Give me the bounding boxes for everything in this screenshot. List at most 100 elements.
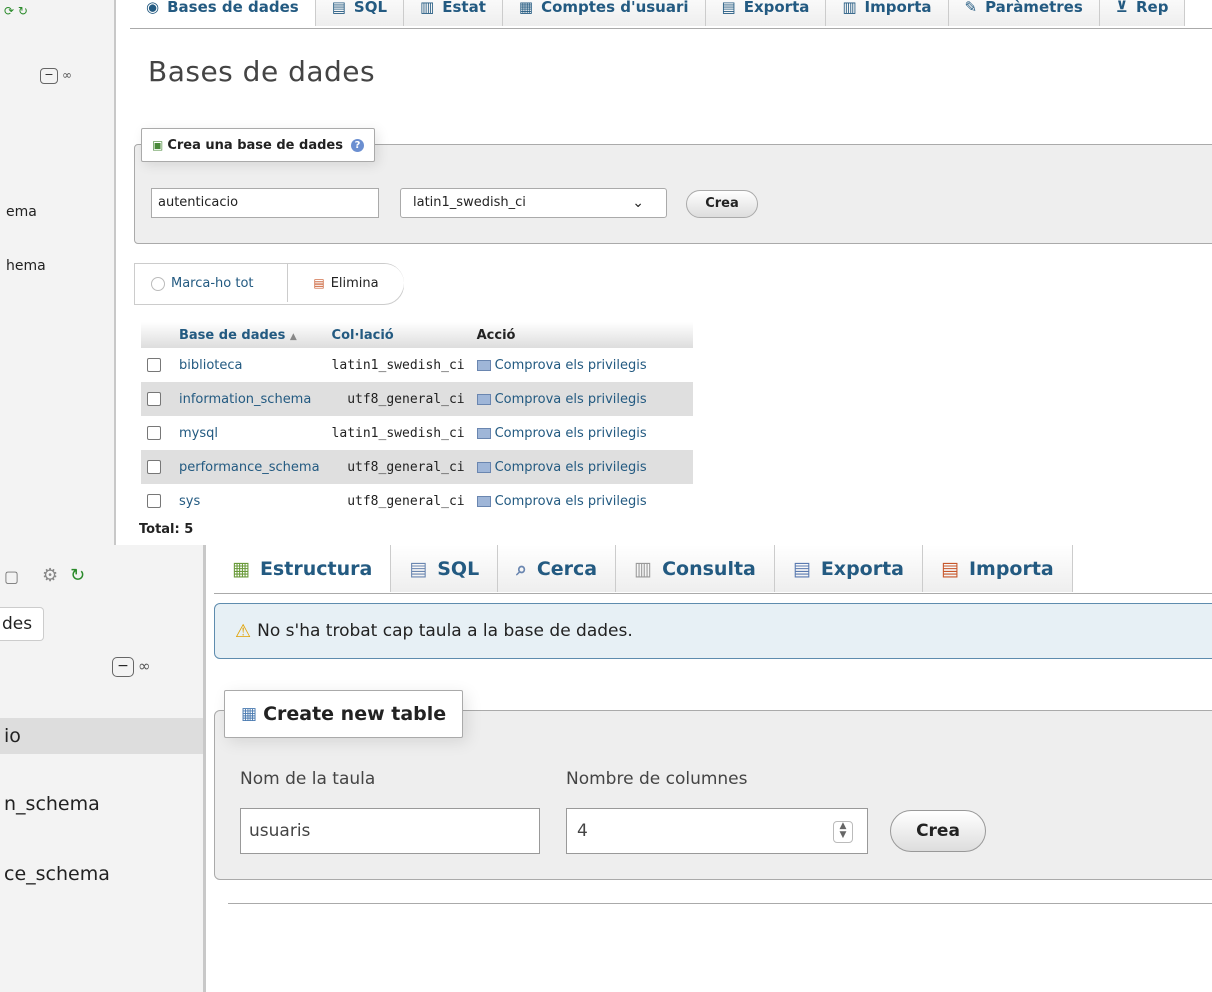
tab-search[interactable]: ⌕ Cerca xyxy=(498,545,617,592)
check-privileges-link[interactable]: Comprova els privilegis xyxy=(471,348,693,382)
column-header-collation[interactable]: Col·lació xyxy=(325,322,471,348)
database-name-link[interactable]: information_schema xyxy=(173,382,326,416)
sql-icon: ▤ xyxy=(409,557,428,580)
new-table-icon: ▦ xyxy=(241,704,258,724)
database-name-link[interactable]: sys xyxy=(173,484,326,518)
collation-cell: latin1_swedish_ci xyxy=(331,425,465,441)
collation-select[interactable]: latin1_swedish_ci ⌄ xyxy=(400,188,667,218)
link-icon[interactable]: ∞ xyxy=(138,657,151,675)
users-icon: ▦ xyxy=(518,0,534,16)
tab-databases[interactable]: ◉ Bases de dades xyxy=(130,0,316,26)
bulk-actions: Marca-ho tot ▤ Elimina xyxy=(134,263,404,305)
tab-settings[interactable]: ✎ Paràmetres xyxy=(948,0,1100,26)
check-privileges-link[interactable]: Comprova els privilegis xyxy=(470,450,693,484)
total-count: Total: 5 xyxy=(139,522,194,537)
create-table-button[interactable]: Crea xyxy=(890,810,986,852)
search-icon: ⌕ xyxy=(516,557,527,580)
checkbox-icon xyxy=(151,276,165,291)
create-database-button[interactable]: Crea xyxy=(686,190,758,218)
columns-count-input[interactable]: 4 ▲ ▼ xyxy=(566,808,868,854)
bottom-screen: ▢ ⚙ ↻ des − ∞ io n_schema ce_schema ▦ Est… xyxy=(0,545,1212,992)
table-row: information_schema utf8_general_ci Compr… xyxy=(141,382,693,416)
check-privileges-link[interactable]: Comprova els privilegis xyxy=(470,382,693,416)
replication-icon: ⊻ xyxy=(1115,0,1128,16)
console-icon[interactable]: ▢ xyxy=(4,567,19,586)
sidebar-item-database[interactable]: n_schema xyxy=(4,793,100,815)
table-row: performance_schema utf8_general_ci Compr… xyxy=(141,450,693,484)
collation-cell: utf8_general_ci xyxy=(325,382,471,416)
gear-icon[interactable]: ⚙ xyxy=(42,565,58,586)
reload-icon[interactable]: ⟳ ↻ xyxy=(4,4,28,18)
database-name-input[interactable]: autenticacio xyxy=(151,188,379,218)
collation-cell: utf8_general_ci xyxy=(325,450,471,484)
warning-icon: ⚠ xyxy=(235,620,252,642)
navigation-sidebar: ⟳ ↻ − ∞ ema hema xyxy=(0,0,116,545)
settings-icon: ✎ xyxy=(964,0,978,16)
import-icon: ▥ xyxy=(842,0,857,16)
row-checkbox[interactable] xyxy=(147,358,161,372)
columns-count-label: Nombre de columnes xyxy=(566,769,748,789)
database-name-link[interactable]: biblioteca xyxy=(173,348,326,382)
collation-cell: latin1_swedish_ci xyxy=(331,357,465,373)
row-checkbox[interactable] xyxy=(147,494,161,508)
create-database-legend: ▣ Crea una base de dades ? xyxy=(141,128,375,162)
tab-import[interactable]: ▥ Importa xyxy=(826,0,949,26)
mark-all-checkbox[interactable]: Marca-ho tot xyxy=(151,276,254,291)
sidebar-item-schema-1[interactable]: ema xyxy=(6,204,37,220)
sort-ascending-icon: ▲ xyxy=(289,331,297,342)
column-header-database[interactable]: Base de dades ▲ xyxy=(173,322,326,348)
divider xyxy=(228,903,1212,904)
reload-icon[interactable]: ↻ xyxy=(70,565,85,586)
sql-icon: ▤ xyxy=(331,0,346,16)
privileges-icon xyxy=(476,427,491,439)
privileges-icon xyxy=(476,495,491,507)
database-name-link[interactable]: performance_schema xyxy=(173,450,326,484)
row-checkbox[interactable] xyxy=(147,426,161,440)
help-icon[interactable]: ? xyxy=(350,138,364,152)
import-icon: ▤ xyxy=(941,557,959,580)
status-icon: ▥ xyxy=(420,0,435,16)
tab-import[interactable]: ▤ Importa xyxy=(923,545,1073,592)
tab-query[interactable]: ▥ Consulta xyxy=(616,545,775,592)
sidebar-item-database-selected[interactable]: io xyxy=(0,718,203,754)
export-icon: ▤ xyxy=(792,557,811,580)
database-name-link[interactable]: mysql xyxy=(173,416,326,450)
server-tabs: ◉ Bases de dades ▤ SQL ▥ Estat ▦ Comptes d'u… xyxy=(130,0,1212,29)
tab-sql[interactable]: ▤ SQL xyxy=(391,545,499,592)
table-row: sys utf8_general_ci Comprova els privile… xyxy=(141,484,693,518)
collapse-all-icon[interactable]: − xyxy=(112,657,134,677)
link-icon[interactable]: ∞ xyxy=(62,68,72,82)
create-table-legend: ▦ Create new table xyxy=(224,690,464,738)
privileges-icon xyxy=(476,359,491,371)
check-privileges-link[interactable]: Comprova els privilegis xyxy=(471,416,693,450)
tab-export[interactable]: ▤ Exporta xyxy=(774,545,923,592)
check-privileges-link[interactable]: Comprova els privilegis xyxy=(471,484,693,518)
tab-replication[interactable]: ⊻ Rep xyxy=(1099,0,1186,26)
table-name-label: Nom de la taula xyxy=(240,769,376,789)
databases-tab[interactable]: des xyxy=(0,607,44,641)
spinner-icon[interactable]: ▲ ▼ xyxy=(833,821,853,843)
table-name-input[interactable]: usuaris xyxy=(240,808,540,854)
sidebar-item-database[interactable]: ce_schema xyxy=(4,863,110,885)
row-checkbox[interactable] xyxy=(147,392,161,406)
tab-status[interactable]: ▥ Estat xyxy=(404,0,503,26)
tab-user-accounts[interactable]: ▦ Comptes d'usuari xyxy=(502,0,706,26)
privileges-icon xyxy=(476,393,491,405)
row-checkbox[interactable] xyxy=(147,460,161,474)
tab-export[interactable]: ▤ Exporta xyxy=(705,0,827,26)
structure-icon: ▦ xyxy=(232,557,250,580)
delete-icon: ▤ xyxy=(313,276,325,290)
delete-button[interactable]: ▤ Elimina xyxy=(287,264,404,302)
tab-sql[interactable]: ▤ SQL xyxy=(315,0,405,26)
sidebar-item-schema-2[interactable]: hema xyxy=(6,258,46,274)
navigation-sidebar: ▢ ⚙ ↻ des − ∞ io n_schema ce_schema xyxy=(0,545,206,992)
databases-table: Base de dades ▲ Col·lació Acció bibliote… xyxy=(141,322,693,518)
database-tabs: ▦ Estructura ▤ SQL ⌕ Cerca ▥ Consulta ▤ Expor… xyxy=(214,545,1212,594)
collation-cell: utf8_general_ci xyxy=(347,493,465,509)
table-row: biblioteca latin1_swedish_ci Comprova el… xyxy=(141,348,693,382)
chevron-down-icon: ⌄ xyxy=(632,195,644,211)
column-header-action: Acció xyxy=(470,322,693,348)
privileges-icon xyxy=(476,461,491,473)
collapse-all-icon[interactable]: − xyxy=(40,68,58,84)
tab-structure[interactable]: ▦ Estructura xyxy=(214,545,392,592)
